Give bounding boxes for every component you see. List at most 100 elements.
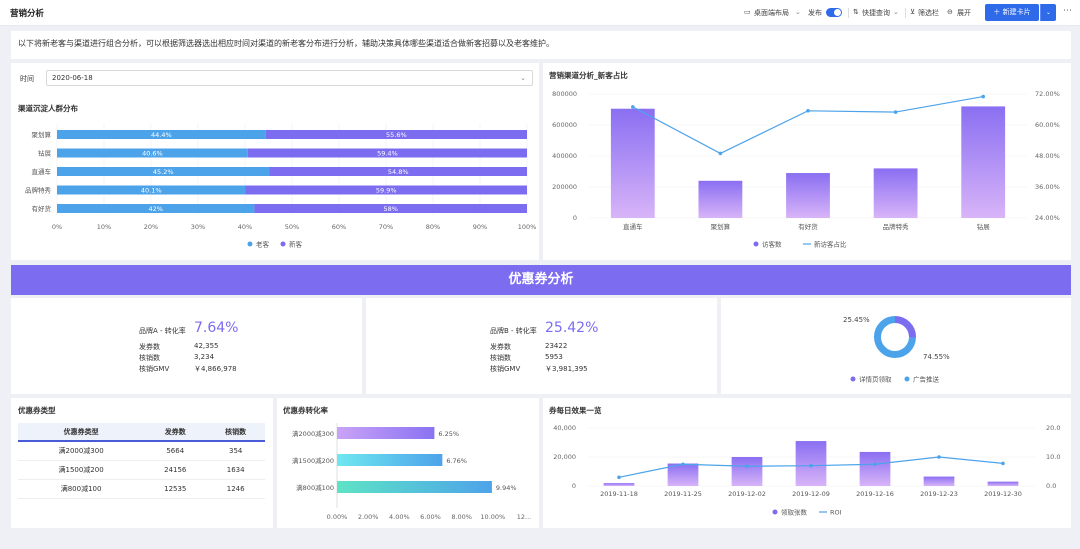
line-point [937,455,941,459]
line-point [873,462,877,467]
table-row: 满2000减300 5664 354 [18,441,265,461]
category-label: 有好货 [32,204,52,213]
y-tick-label: 600000 [552,121,577,129]
x-tick-label: 品牌特秀 [883,222,910,231]
x-tick-label: 30% [191,223,205,231]
category-label: 直通车 [32,167,52,176]
kpi-b-card [366,298,717,394]
line-point [681,462,685,467]
legend-label: 新客 [289,240,303,249]
column-header: 核销数 [206,423,265,442]
coupon-conv-chart: 0.00% 2.00% 4.00% 6.00% 8.00% 10.00% 12... 满200… [292,423,531,521]
y-right-tick-label: 0.0 [1046,482,1056,490]
chevron-down-icon[interactable]: ⌄ [795,8,801,16]
x-tick-label: 钻展 [977,222,991,231]
y-tick-label: 0 [572,482,576,490]
plus-icon: ＋ [993,8,1003,16]
layout-dropdown[interactable]: 桌面端布局 [754,8,789,18]
data-label: 6.25% [438,430,459,438]
data-label: 40.6% [142,150,163,158]
kpi-a-row-value: 3,234 [194,353,215,361]
x-tick-label: 10.00% [480,513,505,521]
category-label: 钻展 [38,149,52,158]
column-header: 发券数 [144,423,207,442]
y-tick-label: 40,000 [553,424,576,432]
x-tick-label: 2.00% [358,513,379,521]
y-right-tick-label: 36.00% [1035,183,1060,191]
expand-icon: ⊖ [947,8,953,16]
monitor-icon: ▭ [744,8,751,16]
x-tick-label: 80% [426,223,440,231]
table-cell: 24156 [144,460,207,480]
page-title: 营销分析 [10,9,45,19]
x-tick-label: 2019-11-25 [664,490,702,498]
chevron-down-icon: ⌄ [520,74,526,82]
x-tick-label: 2019-12-30 [984,490,1022,498]
x-tick-label: 0% [52,223,62,231]
bar-claimed [859,451,891,486]
legend-label: 领取张数 [781,508,808,517]
line-point [809,463,813,468]
bar-conversion [337,427,435,439]
legend-label: 新访客占比 [814,240,847,249]
new-card-dropdown[interactable]: ⌄ [1040,4,1056,21]
bar-visitors [961,106,1006,218]
quick-query-button[interactable]: 快捷查询 [862,8,890,18]
y-tick-label: 0 [573,214,577,222]
category-label: 聚划算 [32,130,52,139]
bar-visitors [786,173,830,218]
time-filter-select[interactable]: 2020-06-18 ⌄ [46,70,533,86]
kpi-b-row-label: 核销GMV [490,365,521,373]
table-cell: 1246 [206,479,265,499]
more-icon[interactable]: ⋯ [1063,6,1072,16]
kpi-b-row-value: 5953 [545,353,563,361]
description-text: 以下将新老客与渠道进行组合分析，可以根据筛选器选出相应时间对渠道的新老客分布进行… [18,39,554,48]
x-tick-label: 10% [97,223,111,231]
kpi-a-card [11,298,362,394]
kpi-a-row-label: 核销GMV [139,365,170,373]
channel-ratio-title: 营销渠道分析_新客占比 [549,71,628,80]
kpi-b-row-label: 核销数 [490,354,511,362]
bar-conversion [337,454,443,466]
expand-button[interactable]: 展开 [957,8,971,18]
x-tick-label: 2019-12-23 [920,490,958,498]
channel-dist-chart: 0% 10% 20% 30% 40% 50% 60% 70% 80% 90% 100% 聚划算 44.4… [25,123,536,249]
y-tick-label: 20,000 [553,453,576,461]
x-tick-label: 40% [238,223,252,231]
new-card-button[interactable]: ＋ 新建卡片 [985,4,1039,21]
x-tick-label: 12... [517,513,531,521]
column-header: 优惠券类型 [18,423,145,442]
publish-toggle[interactable] [826,8,842,17]
filter-bar-button[interactable]: 筛选栏 [918,8,939,18]
chevron-down-icon[interactable]: ⌄ [893,8,899,16]
y-right-tick-label: 10.0 [1046,453,1060,461]
x-tick-label: 有好货 [798,222,818,231]
filter-icon: ⊻ [910,8,916,16]
legend-marker [904,376,910,382]
divider [905,8,906,18]
y-right-tick-label: 24.00% [1035,214,1060,222]
kpi-a-row-value: 42,355 [194,342,219,350]
table-cell: 354 [206,441,265,461]
legend-marker [280,241,286,247]
x-tick-label: 0.00% [327,513,348,521]
coupon-types-title: 优惠券类型 [18,406,56,415]
line-point [718,151,723,156]
bar-visitors [873,168,918,218]
data-label: 59.9% [376,187,397,195]
kpi-b-row-value: 23422 [545,342,568,350]
legend-label: 访客数 [762,240,782,249]
channel-dist-title: 渠道沉淀人群分布 [18,104,78,113]
line-point [617,475,621,480]
bar-claimed [923,476,955,486]
bar-visitors [610,108,655,218]
data-label: 74.55% [923,353,950,361]
category-label: 品牌特秀 [25,186,52,195]
donut-chart: 25.45% 74.55% 详情页领取 广告推送 [843,316,950,384]
legend-marker [772,509,778,515]
table-cell: 1634 [206,460,265,480]
daily-chart: 40,000 20,000 0 20.0 10.0 0.0 2019-11-18 2019-1… [553,424,1060,517]
data-label: 6.76% [446,457,467,465]
y-right-tick-label: 72.00% [1035,90,1060,98]
y-tick-label: 200000 [552,183,577,191]
